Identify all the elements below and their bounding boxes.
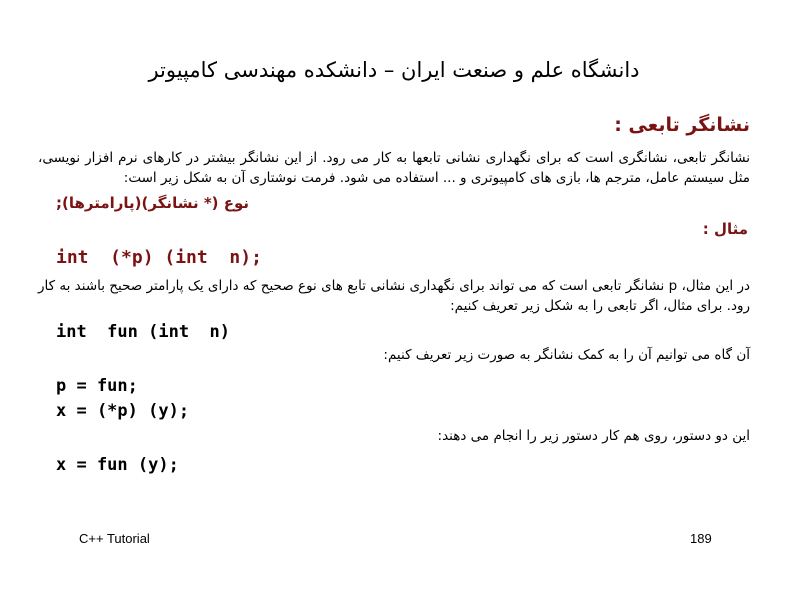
code-line-function-declaration: int fun (int n) (56, 322, 230, 342)
explanation-line-assign: آن گاه می توانیم آن را به کمک نشانگر به … (383, 347, 750, 363)
footer-page-number: 189 (690, 531, 712, 546)
intro-paragraph: نشانگر تابعی، نشانگری است که برای نگهدار… (38, 150, 750, 186)
explanation-paragraph: در این مثال، p نشانگر تابعی است که می تو… (38, 278, 750, 314)
code-line-assign: p = fun; (56, 376, 138, 396)
syntax-format: نوع (* نشانگر)(پارامترها); (56, 194, 250, 212)
code-line-call-via-pointer: x = (*p) (y); (56, 401, 190, 421)
slide-title: دانشگاه علم و صنعت ایران – دانشکده مهندس… (148, 58, 640, 82)
example-label: مثال : (702, 220, 748, 238)
code-line-direct-call: x = fun (y); (56, 455, 179, 475)
footer-course-name: C++ Tutorial (79, 531, 150, 546)
section-heading: نشانگر تابعی : (614, 114, 750, 136)
code-line-pointer-declaration: int (*p) (int n); (56, 247, 262, 268)
explanation-line-equivalent: این دو دستور، روی هم کار دستور زیر را ان… (437, 428, 750, 444)
